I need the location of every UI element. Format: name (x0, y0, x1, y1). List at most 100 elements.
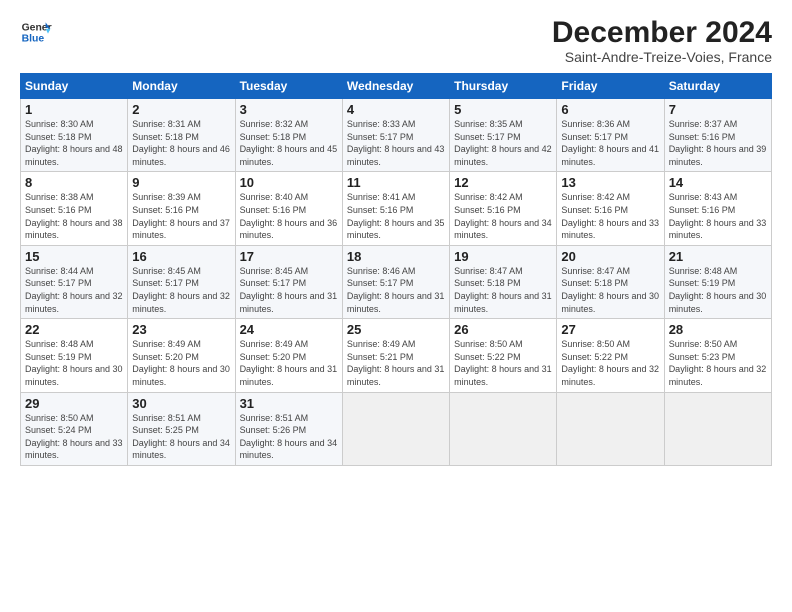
day-cell: 22Sunrise: 8:48 AMSunset: 5:19 PMDayligh… (21, 319, 128, 392)
day-info: Sunrise: 8:48 AMSunset: 5:19 PMDaylight:… (669, 266, 767, 314)
day-cell: 18Sunrise: 8:46 AMSunset: 5:17 PMDayligh… (342, 245, 449, 318)
day-number: 16 (132, 249, 230, 264)
day-info: Sunrise: 8:47 AMSunset: 5:18 PMDaylight:… (561, 266, 659, 314)
day-cell: 1Sunrise: 8:30 AMSunset: 5:18 PMDaylight… (21, 99, 128, 172)
day-cell: 5 Sunrise: 8:35 AMSunset: 5:17 PMDaylight… (450, 99, 557, 172)
day-info: Sunrise: 8:50 AMSunset: 5:24 PMDaylight:… (25, 413, 123, 461)
day-number: 23 (132, 322, 230, 337)
day-info: Sunrise: 8:49 AMSunset: 5:20 PMDaylight:… (240, 339, 338, 387)
day-number: 27 (561, 322, 659, 337)
day-number: 29 (25, 396, 123, 411)
week-row-0: 1Sunrise: 8:30 AMSunset: 5:18 PMDaylight… (21, 99, 772, 172)
day-number: 26 (454, 322, 552, 337)
day-number: 5 (454, 102, 552, 117)
day-info: Sunrise: 8:47 AMSunset: 5:18 PMDaylight:… (454, 266, 552, 314)
day-number: 11 (347, 175, 445, 190)
day-cell: 8 Sunrise: 8:38 AMSunset: 5:16 PMDaylight… (21, 172, 128, 245)
day-cell: 26 Sunrise: 8:50 AMSunset: 5:22 PMDayligh… (450, 319, 557, 392)
week-row-4: 29 Sunrise: 8:50 AMSunset: 5:24 PMDayligh… (21, 392, 772, 465)
day-info: Sunrise: 8:50 AMSunset: 5:22 PMDaylight:… (561, 339, 659, 387)
day-info: Sunrise: 8:35 AMSunset: 5:17 PMDaylight:… (454, 119, 552, 167)
day-number: 4 (347, 102, 445, 117)
day-number: 6 (561, 102, 659, 117)
day-cell: 21 Sunrise: 8:48 AMSunset: 5:19 PMDayligh… (664, 245, 771, 318)
subtitle: Saint-Andre-Treize-Voies, France (552, 49, 772, 65)
day-number: 13 (561, 175, 659, 190)
col-header-saturday: Saturday (664, 74, 771, 99)
day-number: 28 (669, 322, 767, 337)
day-info: Sunrise: 8:39 AMSunset: 5:16 PMDaylight:… (132, 192, 230, 240)
day-cell (450, 392, 557, 465)
day-info: Sunrise: 8:42 AMSunset: 5:16 PMDaylight:… (454, 192, 552, 240)
day-number: 31 (240, 396, 338, 411)
day-cell: 12Sunrise: 8:42 AMSunset: 5:16 PMDayligh… (450, 172, 557, 245)
day-info: Sunrise: 8:48 AMSunset: 5:19 PMDaylight:… (25, 339, 123, 387)
col-header-wednesday: Wednesday (342, 74, 449, 99)
logo: General Blue (20, 16, 52, 48)
day-cell: 27 Sunrise: 8:50 AMSunset: 5:22 PMDayligh… (557, 319, 664, 392)
day-number: 1 (25, 102, 123, 117)
day-cell: 25 Sunrise: 8:49 AMSunset: 5:21 PMDayligh… (342, 319, 449, 392)
day-info: Sunrise: 8:32 AMSunset: 5:18 PMDaylight:… (240, 119, 338, 167)
day-cell: 30Sunrise: 8:51 AMSunset: 5:25 PMDayligh… (128, 392, 235, 465)
day-number: 7 (669, 102, 767, 117)
day-number: 14 (669, 175, 767, 190)
day-info: Sunrise: 8:38 AMSunset: 5:16 PMDaylight:… (25, 192, 123, 240)
day-info: Sunrise: 8:43 AMSunset: 5:16 PMDaylight:… (669, 192, 767, 240)
day-cell: 15Sunrise: 8:44 AMSunset: 5:17 PMDayligh… (21, 245, 128, 318)
day-number: 19 (454, 249, 552, 264)
day-info: Sunrise: 8:50 AMSunset: 5:22 PMDaylight:… (454, 339, 552, 387)
day-number: 18 (347, 249, 445, 264)
day-info: Sunrise: 8:42 AMSunset: 5:16 PMDaylight:… (561, 192, 659, 240)
week-row-3: 22Sunrise: 8:48 AMSunset: 5:19 PMDayligh… (21, 319, 772, 392)
header: General Blue December 2024 Saint-Andre-T… (20, 16, 772, 65)
col-header-friday: Friday (557, 74, 664, 99)
day-cell: 20 Sunrise: 8:47 AMSunset: 5:18 PMDayligh… (557, 245, 664, 318)
logo-icon: General Blue (20, 16, 52, 48)
day-info: Sunrise: 8:41 AMSunset: 5:16 PMDaylight:… (347, 192, 445, 240)
day-number: 21 (669, 249, 767, 264)
week-row-2: 15Sunrise: 8:44 AMSunset: 5:17 PMDayligh… (21, 245, 772, 318)
day-cell: 17 Sunrise: 8:45 AMSunset: 5:17 PMDayligh… (235, 245, 342, 318)
day-cell: 4 Sunrise: 8:33 AMSunset: 5:17 PMDaylight… (342, 99, 449, 172)
day-info: Sunrise: 8:51 AMSunset: 5:26 PMDaylight:… (240, 413, 338, 461)
day-cell: 6Sunrise: 8:36 AMSunset: 5:17 PMDaylight… (557, 99, 664, 172)
day-number: 10 (240, 175, 338, 190)
day-number: 15 (25, 249, 123, 264)
main-title: December 2024 (552, 16, 772, 49)
day-info: Sunrise: 8:40 AMSunset: 5:16 PMDaylight:… (240, 192, 338, 240)
day-cell (557, 392, 664, 465)
col-header-sunday: Sunday (21, 74, 128, 99)
header-row: SundayMondayTuesdayWednesdayThursdayFrid… (21, 74, 772, 99)
day-cell: 14 Sunrise: 8:43 AMSunset: 5:16 PMDayligh… (664, 172, 771, 245)
day-info: Sunrise: 8:45 AMSunset: 5:17 PMDaylight:… (240, 266, 338, 314)
day-info: Sunrise: 8:45 AMSunset: 5:17 PMDaylight:… (132, 266, 230, 314)
day-cell: 16 Sunrise: 8:45 AMSunset: 5:17 PMDayligh… (128, 245, 235, 318)
day-info: Sunrise: 8:51 AMSunset: 5:25 PMDaylight:… (132, 413, 230, 461)
day-cell: 19 Sunrise: 8:47 AMSunset: 5:18 PMDayligh… (450, 245, 557, 318)
col-header-thursday: Thursday (450, 74, 557, 99)
col-header-tuesday: Tuesday (235, 74, 342, 99)
day-info: Sunrise: 8:31 AMSunset: 5:18 PMDaylight:… (132, 119, 230, 167)
day-cell: 7Sunrise: 8:37 AMSunset: 5:16 PMDaylight… (664, 99, 771, 172)
day-info: Sunrise: 8:49 AMSunset: 5:20 PMDaylight:… (132, 339, 230, 387)
day-info: Sunrise: 8:50 AMSunset: 5:23 PMDaylight:… (669, 339, 767, 387)
day-number: 24 (240, 322, 338, 337)
day-cell: 29 Sunrise: 8:50 AMSunset: 5:24 PMDayligh… (21, 392, 128, 465)
day-info: Sunrise: 8:33 AMSunset: 5:17 PMDaylight:… (347, 119, 445, 167)
title-block: December 2024 Saint-Andre-Treize-Voies, … (552, 16, 772, 65)
day-cell: 23 Sunrise: 8:49 AMSunset: 5:20 PMDayligh… (128, 319, 235, 392)
week-row-1: 8 Sunrise: 8:38 AMSunset: 5:16 PMDaylight… (21, 172, 772, 245)
day-number: 2 (132, 102, 230, 117)
day-number: 9 (132, 175, 230, 190)
day-cell: 31 Sunrise: 8:51 AMSunset: 5:26 PMDayligh… (235, 392, 342, 465)
col-header-monday: Monday (128, 74, 235, 99)
day-number: 8 (25, 175, 123, 190)
calendar-table: SundayMondayTuesdayWednesdayThursdayFrid… (20, 73, 772, 466)
day-cell: 28 Sunrise: 8:50 AMSunset: 5:23 PMDayligh… (664, 319, 771, 392)
day-cell: 3Sunrise: 8:32 AMSunset: 5:18 PMDaylight… (235, 99, 342, 172)
day-number: 20 (561, 249, 659, 264)
day-info: Sunrise: 8:49 AMSunset: 5:21 PMDaylight:… (347, 339, 445, 387)
day-number: 17 (240, 249, 338, 264)
day-number: 25 (347, 322, 445, 337)
